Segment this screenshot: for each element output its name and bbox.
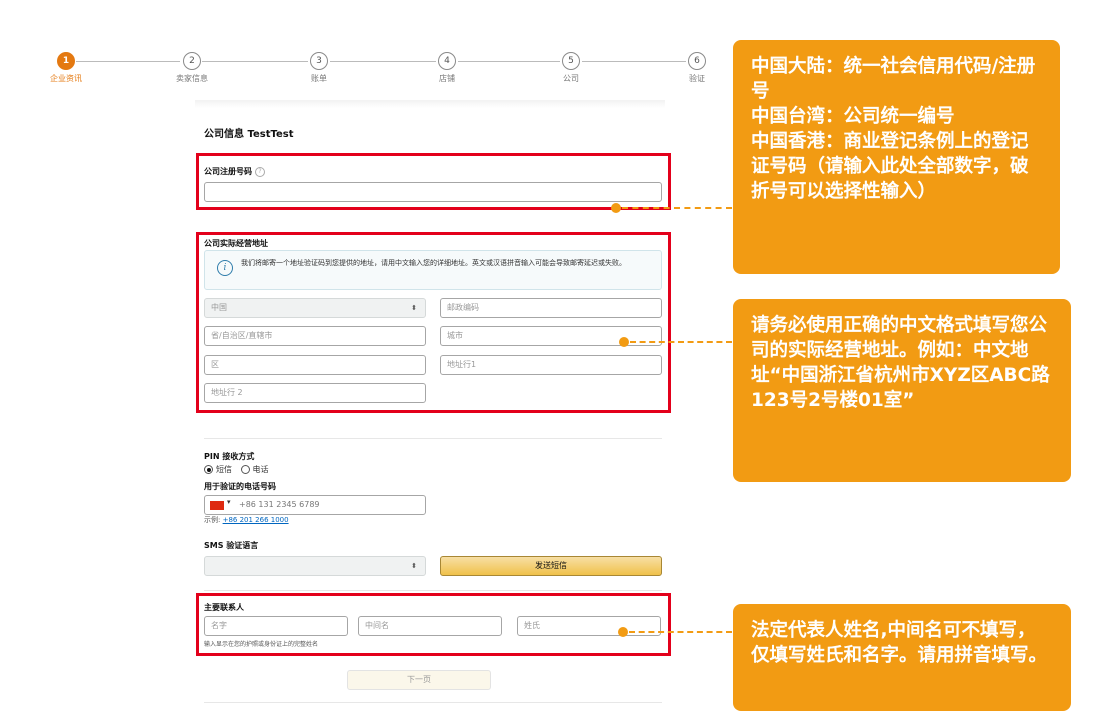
- next-page-button[interactable]: 下一页: [347, 670, 491, 690]
- sms-language-label: SMS 验证语言: [204, 541, 259, 550]
- step-number: 6: [688, 52, 706, 70]
- pin-method-radio-group: 短信 电话: [204, 464, 269, 475]
- contact-highlight-box: [196, 593, 671, 656]
- section-divider: [204, 590, 662, 591]
- radio-phone-label[interactable]: 电话: [253, 465, 269, 474]
- step-number: 5: [562, 52, 580, 70]
- chevron-down-icon[interactable]: ▾: [227, 498, 231, 506]
- phone-example: 示例: +86 201 266 1000: [204, 515, 289, 525]
- page-title: 公司信息 TestTest: [204, 129, 294, 140]
- radio-sms[interactable]: [204, 465, 213, 474]
- step-label: 店铺: [439, 74, 455, 83]
- step-store: 4 店铺: [407, 52, 487, 84]
- radio-sms-label[interactable]: 短信: [216, 465, 232, 474]
- china-flag-icon[interactable]: [210, 501, 224, 510]
- step-label: 卖家信息: [176, 74, 208, 83]
- step-number: 1: [57, 52, 75, 70]
- annotation-dot: [618, 627, 628, 637]
- phone-example-prefix: 示例:: [204, 516, 221, 524]
- annotation-connector: [629, 631, 732, 633]
- step-label: 公司: [563, 74, 579, 83]
- registration-number-callout: 中国大陆：统一社会信用代码/注册号 中国台湾：公司统一编号 中国香港：商业登记条…: [733, 40, 1060, 274]
- phone-label: 用于验证的电话号码: [204, 482, 276, 491]
- step-number: 3: [310, 52, 328, 70]
- radio-phone[interactable]: [240, 465, 250, 474]
- step-verification: 6 验证: [657, 52, 737, 84]
- step-company: 5 公司: [531, 52, 611, 84]
- pin-method-label: PIN 接收方式: [204, 452, 255, 461]
- annotation-connector: [622, 207, 732, 209]
- progress-stepper: 1 企业资讯 2 卖家信息 3 账单 4 店铺 5 公司 6 验证: [0, 0, 740, 100]
- phone-example-link[interactable]: +86 201 266 1000: [223, 516, 289, 524]
- contact-name-callout: 法定代表人姓名,中间名可不填写，仅填写姓氏和名字。请用拼音填写。: [733, 604, 1071, 711]
- stepper-divider: [195, 100, 665, 108]
- phone-input[interactable]: ▾ +86 131 2345 6789: [204, 495, 426, 515]
- annotation-dot: [619, 337, 629, 347]
- address-highlight-box: [196, 232, 671, 413]
- phone-input-value: +86 131 2345 6789: [239, 500, 320, 509]
- annotation-dot: [611, 203, 621, 213]
- footer-divider: [204, 702, 662, 703]
- address-format-callout: 请务必使用正确的中文格式填写您公司的实际经营地址。例如：中文地址“中国浙江省杭州…: [733, 299, 1071, 482]
- sms-language-select[interactable]: ⬍: [204, 556, 426, 576]
- step-number: 2: [183, 52, 201, 70]
- step-company-info: 1 企业资讯: [26, 52, 106, 84]
- send-sms-button[interactable]: 发送短信: [440, 556, 662, 576]
- annotation-connector: [630, 341, 732, 343]
- step-label: 账单: [311, 74, 327, 83]
- select-caret-icon: ⬍: [411, 562, 417, 570]
- step-seller-info: 2 卖家信息: [152, 52, 232, 84]
- section-divider: [204, 438, 662, 439]
- step-label: 验证: [689, 74, 705, 83]
- step-label: 企业资讯: [50, 74, 82, 83]
- step-billing: 3 账单: [279, 52, 359, 84]
- registration-highlight-box: [196, 153, 671, 210]
- step-number: 4: [438, 52, 456, 70]
